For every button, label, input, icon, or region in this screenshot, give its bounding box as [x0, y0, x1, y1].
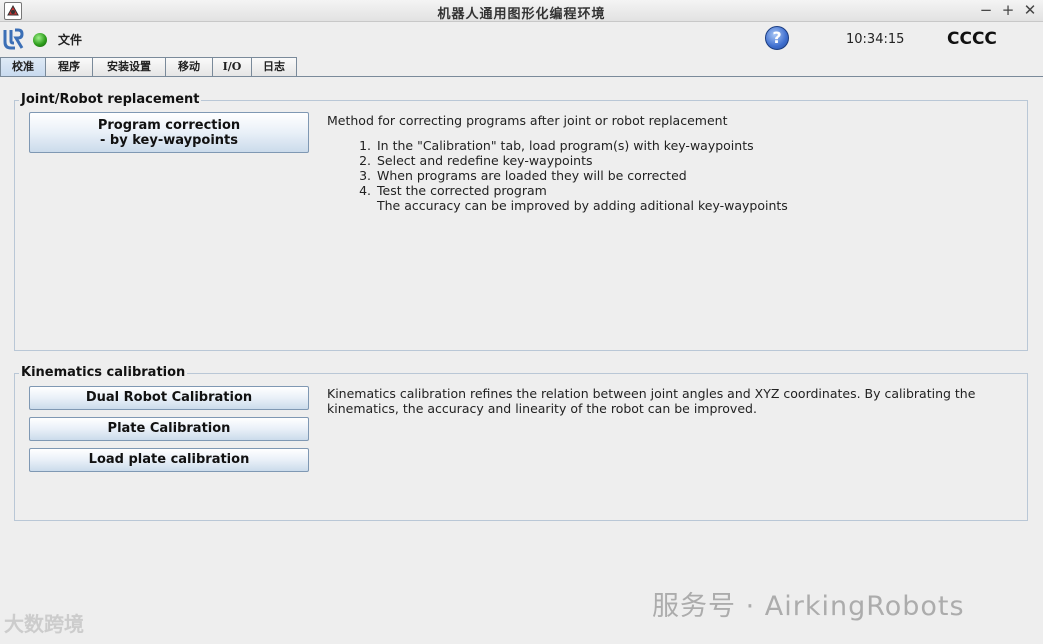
joint-robot-replacement-panel: Joint/Robot replacement Program correcti…	[14, 92, 1028, 351]
tab-calibration[interactable]: 校准	[0, 57, 46, 77]
robot-name: CCCC	[947, 29, 997, 49]
correction-steps: 1. In the "Calibration" tab, load program…	[355, 138, 788, 213]
panel-title: Joint/Robot replacement	[19, 92, 202, 107]
program-correction-button[interactable]: Program correction - by key-waypoints	[29, 112, 309, 153]
tab-installation[interactable]: 安装设置	[92, 57, 166, 77]
step-note: The accuracy can be improved by adding a…	[377, 198, 788, 213]
title-bar: 机器人通用图形化编程环境 − + ✕	[0, 0, 1043, 22]
correction-description: Method for correcting programs after joi…	[327, 113, 728, 128]
panel-title: Kinematics calibration	[19, 365, 188, 380]
list-item: 3. When programs are loaded they will be …	[359, 168, 687, 183]
list-item: 4. Test the corrected program	[359, 183, 547, 198]
ur-logo-icon	[2, 27, 24, 51]
tab-move[interactable]: 移动	[165, 57, 213, 77]
menu-bar: 文件 ? 10:34:15 CCCC	[0, 22, 1043, 56]
menu-file[interactable]: 文件	[58, 31, 82, 48]
kinematics-calibration-panel: Kinematics calibration Dual Robot Calibr…	[14, 365, 1028, 521]
tab-log[interactable]: 日志	[251, 57, 297, 77]
load-plate-calibration-button[interactable]: Load plate calibration	[29, 448, 309, 472]
minimize-button[interactable]: −	[977, 1, 995, 19]
list-item: 1. In the "Calibration" tab, load program…	[359, 138, 754, 153]
close-button[interactable]: ✕	[1021, 1, 1039, 19]
help-icon[interactable]: ?	[765, 26, 789, 50]
bottom-watermark: 大数跨境	[4, 612, 84, 636]
clock: 10:34:15	[846, 32, 905, 47]
kinematics-description: Kinematics calibration refines the relat…	[327, 386, 976, 416]
window-title: 机器人通用图形化编程环境	[437, 7, 606, 22]
plate-calibration-button[interactable]: Plate Calibration	[29, 417, 309, 441]
dual-robot-calibration-button[interactable]: Dual Robot Calibration	[29, 386, 309, 410]
list-item: 2. Select and redefine key-waypoints	[359, 153, 593, 168]
tab-io[interactable]: I/O	[212, 57, 252, 77]
status-indicator-icon	[33, 33, 47, 47]
maximize-button[interactable]: +	[999, 1, 1017, 19]
tab-divider	[0, 76, 1043, 77]
button-label-line2: - by key-waypoints	[100, 133, 238, 148]
button-label-line1: Program correction	[97, 118, 241, 133]
tab-bar: 校准 程序 安装设置 移动 I/O 日志	[0, 57, 297, 77]
watermark-text: 服务号 · AirkingRobots	[652, 591, 965, 622]
tab-program[interactable]: 程序	[45, 57, 93, 77]
